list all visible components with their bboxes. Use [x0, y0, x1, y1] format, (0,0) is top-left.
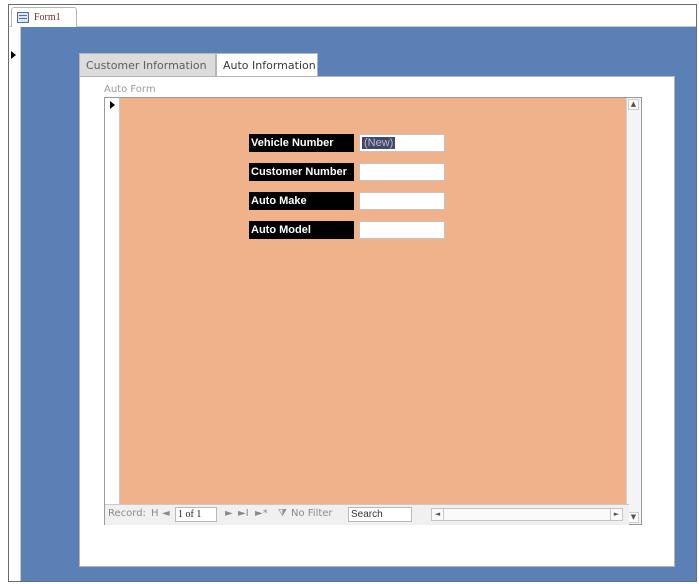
filter-icon[interactable]: ⧩ — [278, 508, 287, 519]
customer-number-field[interactable] — [359, 163, 445, 181]
tab-page-auto-information: Auto Form Vehicle Number (New) Customer … — [79, 76, 675, 567]
next-record-icon[interactable]: ► — [225, 508, 233, 519]
scroll-down-icon[interactable]: ▼ — [628, 512, 639, 523]
form-detail-section: Customer Information Auto Information Au… — [21, 27, 696, 581]
auto-make-label: Auto Make — [249, 192, 354, 210]
document-tab-label: Form1 — [34, 12, 61, 23]
record-navigation-bar: Record: H ◄ 1 of 1 ► ►I ►* ⧩ No Filter S… — [105, 504, 629, 525]
tab-customer-information[interactable]: Customer Information — [79, 53, 216, 76]
previous-record-icon[interactable]: ◄ — [162, 508, 170, 519]
document-tab-form1[interactable]: Form1 — [11, 7, 77, 27]
subform-label: Auto Form — [104, 84, 156, 95]
current-record-arrow-icon — [110, 101, 115, 109]
current-record-field[interactable]: 1 of 1 — [175, 507, 217, 522]
record-label: Record: — [108, 508, 146, 519]
horizontal-scrollbar[interactable]: ◄ ► — [431, 508, 623, 521]
subform-record-selector[interactable] — [105, 98, 120, 524]
vertical-scrollbar[interactable]: ▲ ▼ — [626, 98, 641, 524]
auto-subform: Vehicle Number (New) Customer Number Aut… — [104, 97, 642, 525]
no-filter-button[interactable]: No Filter — [291, 508, 333, 519]
document-tab-bar: Form1 — [9, 5, 696, 27]
current-record-arrow-icon — [11, 51, 16, 59]
auto-model-field[interactable] — [359, 221, 445, 239]
vehicle-number-value: (New) — [362, 137, 396, 149]
first-record-icon[interactable]: H — [151, 508, 159, 519]
scroll-up-icon[interactable]: ▲ — [628, 99, 639, 110]
form-icon — [17, 12, 29, 23]
vehicle-number-label: Vehicle Number — [249, 134, 354, 152]
scroll-left-icon[interactable]: ◄ — [432, 509, 444, 520]
new-record-icon[interactable]: ►* — [255, 508, 268, 519]
search-field[interactable]: Search — [348, 507, 412, 522]
last-record-icon[interactable]: ►I — [238, 508, 249, 519]
form-record-selector[interactable] — [9, 27, 21, 581]
auto-model-label: Auto Model — [249, 221, 354, 239]
form-window: Form1 Customer Information Auto Informat… — [8, 4, 697, 582]
customer-number-label: Customer Number — [249, 163, 354, 181]
tab-auto-information[interactable]: Auto Information — [216, 53, 318, 77]
scroll-right-icon[interactable]: ► — [610, 509, 622, 520]
vehicle-number-field[interactable]: (New) — [359, 134, 445, 152]
auto-make-field[interactable] — [359, 192, 445, 210]
